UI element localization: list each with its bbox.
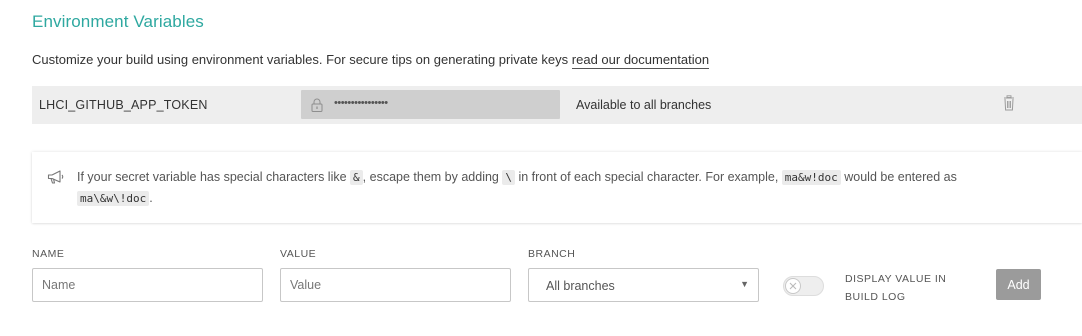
- trash-icon[interactable]: [1002, 95, 1016, 111]
- name-label: NAME: [32, 248, 65, 260]
- code-example-input: ma&w!doc: [781, 170, 841, 185]
- notice-text-part: , escape them by adding: [362, 170, 503, 184]
- code-example-escaped: ma\&w\!doc: [77, 191, 150, 206]
- notice-text-part: in front of each special character. For …: [514, 170, 782, 184]
- add-button[interactable]: Add: [996, 269, 1041, 300]
- notice-text-part: would be entered as: [840, 170, 957, 184]
- code-backslash: \: [502, 170, 515, 185]
- branch-select-value: All branches: [546, 279, 615, 293]
- env-variable-branch: Available to all branches: [576, 98, 712, 112]
- branch-select[interactable]: All branches ▼: [528, 268, 759, 302]
- masked-value: ••••••••••••••••: [334, 97, 388, 109]
- documentation-link[interactable]: read our documentation: [571, 52, 710, 69]
- env-variable-value: ••••••••••••••••: [301, 90, 560, 119]
- section-intro: Customize your build using environment v…: [32, 52, 710, 69]
- notice-text: If your secret variable has special char…: [77, 167, 1067, 209]
- section-title: Environment Variables: [32, 12, 204, 31]
- display-value-label: DISPLAY VALUE IN BUILD LOG: [845, 273, 947, 303]
- lock-icon: [311, 98, 323, 112]
- intro-text: Customize your build using environment v…: [32, 52, 572, 67]
- megaphone-icon: [47, 170, 64, 184]
- toggle-knob: [785, 278, 801, 294]
- env-variable-row: LHCI_GITHUB_APP_TOKEN •••••••••••••••• A…: [32, 86, 1082, 124]
- display-value-toggle[interactable]: [783, 276, 824, 296]
- notice-text-part: .: [149, 191, 153, 205]
- code-ampersand: &: [350, 170, 363, 185]
- value-label: VALUE: [280, 248, 317, 260]
- branch-label: BRANCH: [528, 248, 576, 260]
- env-variable-name: LHCI_GITHUB_APP_TOKEN: [39, 98, 208, 112]
- notice-text-part: If your secret variable has special char…: [77, 170, 351, 184]
- name-input[interactable]: [32, 268, 263, 302]
- value-input[interactable]: [280, 268, 511, 302]
- x-icon: [789, 282, 797, 290]
- special-characters-notice: If your secret variable has special char…: [32, 152, 1082, 223]
- caret-down-icon: ▼: [740, 279, 749, 289]
